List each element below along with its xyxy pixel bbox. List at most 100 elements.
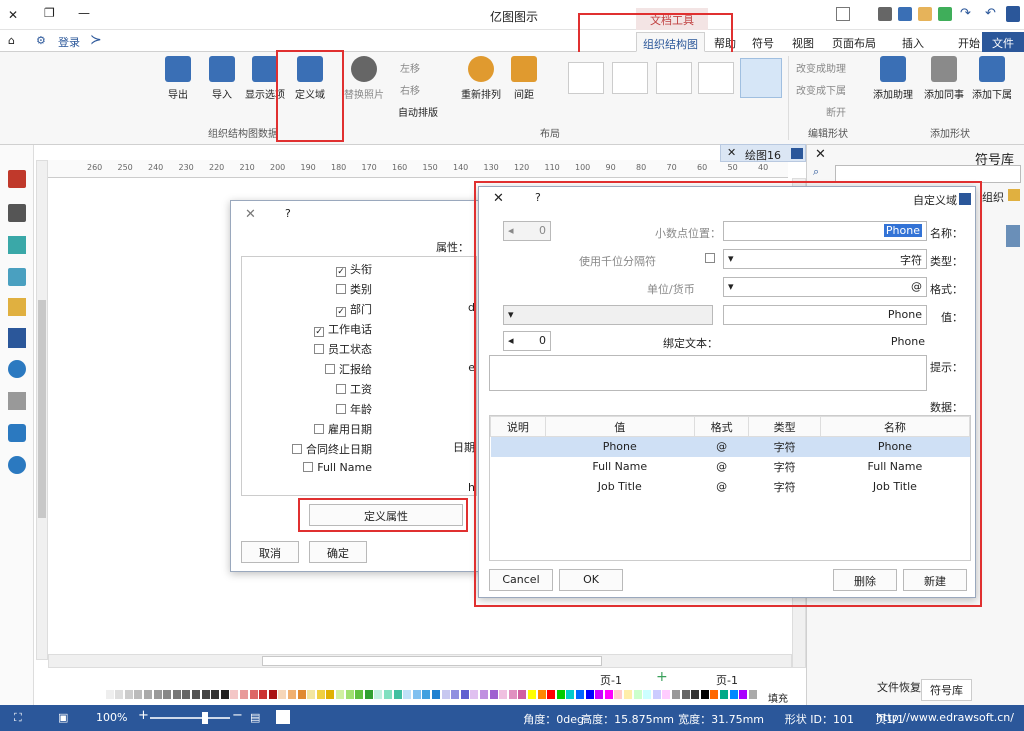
color-swatch[interactable]	[288, 690, 296, 699]
color-swatch[interactable]	[182, 690, 191, 699]
spacing-button[interactable]: 间距	[504, 56, 544, 101]
tab-home[interactable]: 开始	[952, 32, 986, 52]
help-icon[interactable]	[8, 456, 26, 474]
color-swatch[interactable]	[489, 690, 498, 699]
import-button[interactable]: 导入	[204, 56, 240, 101]
color-swatch[interactable]	[124, 690, 133, 699]
save-icon[interactable]	[898, 7, 912, 21]
maximize-icon[interactable]: ❐	[44, 6, 55, 20]
property-checkbox[interactable]: ✓	[314, 327, 324, 337]
layout-style-4[interactable]	[612, 62, 648, 94]
zoom-level[interactable]: 100%	[96, 711, 127, 724]
export-button[interactable]: 导出	[160, 56, 196, 101]
property-item[interactable]: ✓ 头衔	[336, 261, 372, 277]
color-swatch[interactable]	[662, 690, 671, 699]
color-swatch[interactable]	[336, 690, 344, 699]
color-swatch[interactable]	[470, 690, 479, 699]
fullscreen-icon[interactable]: ⛶	[14, 711, 22, 725]
color-swatch[interactable]	[422, 690, 431, 699]
horizontal-scroll-thumb[interactable]	[262, 656, 602, 666]
comment-icon[interactable]	[8, 424, 26, 442]
property-item[interactable]: 工资	[336, 381, 372, 397]
globe-icon[interactable]	[8, 360, 26, 378]
tab-file[interactable]: 文件	[982, 32, 1024, 52]
tab-symbol-library[interactable]: 符号库	[921, 679, 972, 701]
page-tab[interactable]: 页-1	[600, 672, 622, 688]
page-select[interactable]: 页-1	[716, 672, 738, 688]
color-swatch[interactable]	[441, 690, 450, 699]
color-swatch[interactable]	[96, 690, 104, 699]
redo-icon[interactable]: ↷	[960, 6, 971, 21]
zoom-in-icon[interactable]: +	[138, 708, 149, 723]
color-swatch[interactable]	[220, 690, 229, 699]
color-swatch[interactable]	[230, 690, 239, 699]
print-icon[interactable]	[878, 7, 892, 21]
props-ok-button[interactable]: 确定	[309, 541, 367, 563]
color-swatch[interactable]	[403, 690, 412, 699]
color-swatch[interactable]	[480, 690, 488, 699]
color-swatch[interactable]	[172, 690, 181, 699]
settings-icon[interactable]: ⚙	[36, 34, 46, 47]
layout-style-1[interactable]	[740, 58, 782, 98]
property-item[interactable]: 类别	[336, 281, 372, 297]
color-swatch[interactable]	[451, 690, 460, 699]
fill-tool-icon[interactable]	[8, 236, 26, 254]
color-swatch[interactable]	[633, 690, 642, 699]
color-swatch[interactable]	[710, 690, 719, 699]
close-icon[interactable]: ✕	[8, 8, 18, 22]
add-page-icon[interactable]: +	[656, 669, 668, 685]
replace-photo-button[interactable]: 替换照片	[340, 56, 388, 101]
color-swatch[interactable]	[345, 690, 354, 699]
attachment-icon[interactable]	[8, 392, 26, 410]
property-checkbox[interactable]	[336, 284, 346, 294]
color-swatch[interactable]	[240, 690, 248, 699]
doc-tab[interactable]: ✕ 绘图16	[720, 144, 806, 162]
image-tool-icon[interactable]	[8, 268, 26, 286]
property-item[interactable]: ✓ 工作电话	[314, 321, 372, 337]
color-swatch[interactable]	[316, 690, 325, 699]
color-swatch[interactable]	[547, 690, 556, 699]
add-assistant-button[interactable]: 添加助理	[870, 56, 916, 101]
share-icon[interactable]: ≻	[90, 32, 102, 48]
page-view-icon[interactable]	[276, 710, 290, 724]
color-swatch[interactable]	[518, 690, 527, 699]
new-icon[interactable]	[836, 7, 850, 21]
layer-icon[interactable]	[8, 298, 26, 316]
page-icon[interactable]	[8, 328, 26, 348]
symbol-section-label[interactable]: 组织	[982, 189, 1004, 205]
format-painter-icon[interactable]	[8, 170, 26, 188]
color-swatch[interactable]	[144, 690, 152, 699]
color-swatch[interactable]	[537, 690, 546, 699]
tab-page-layout[interactable]: 页面布局	[826, 32, 882, 52]
color-swatch[interactable]	[739, 690, 748, 699]
property-checkbox[interactable]: ✓	[336, 307, 346, 317]
zoom-slider-thumb[interactable]	[202, 712, 208, 724]
color-swatch[interactable]	[364, 690, 373, 699]
property-checkbox[interactable]	[292, 444, 302, 454]
color-swatch[interactable]	[384, 690, 392, 699]
relayout-button[interactable]: 重新排列	[458, 56, 504, 101]
color-swatch[interactable]	[748, 690, 757, 699]
property-checkbox[interactable]	[303, 462, 314, 472]
property-checkbox[interactable]	[336, 384, 346, 394]
auto-layout-checkbox[interactable]: 自动排版	[398, 104, 438, 119]
color-swatch[interactable]	[374, 690, 383, 699]
export-icon[interactable]	[938, 7, 952, 21]
open-icon[interactable]	[918, 7, 932, 21]
color-swatch[interactable]	[432, 690, 440, 699]
color-swatch[interactable]	[163, 690, 172, 699]
to-subordinate-button[interactable]: 改变成下属	[796, 82, 846, 97]
color-swatch[interactable]	[604, 690, 613, 699]
disconnect-button[interactable]: 断开	[826, 104, 846, 119]
vertical-scroll-thumb[interactable]	[38, 300, 46, 518]
property-checkbox[interactable]	[314, 344, 324, 354]
props-help-icon[interactable]: ?	[285, 207, 291, 220]
color-swatch[interactable]	[192, 690, 200, 699]
property-checkbox[interactable]	[314, 424, 324, 434]
color-swatch[interactable]	[700, 690, 709, 699]
property-checkbox[interactable]: ✓	[336, 267, 346, 277]
color-swatch[interactable]	[720, 690, 728, 699]
color-swatch[interactable]	[460, 690, 469, 699]
color-swatch[interactable]	[153, 690, 162, 699]
color-swatch[interactable]	[249, 690, 258, 699]
